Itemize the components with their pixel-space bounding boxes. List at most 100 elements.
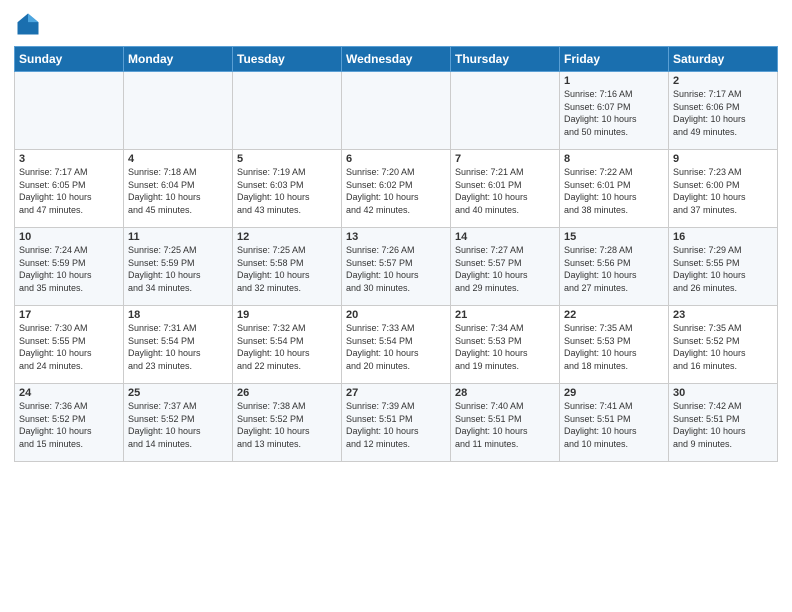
calendar-cell: 13Sunrise: 7:26 AM Sunset: 5:57 PM Dayli… bbox=[342, 228, 451, 306]
calendar-cell: 25Sunrise: 7:37 AM Sunset: 5:52 PM Dayli… bbox=[124, 384, 233, 462]
calendar-cell: 28Sunrise: 7:40 AM Sunset: 5:51 PM Dayli… bbox=[451, 384, 560, 462]
header bbox=[14, 10, 778, 38]
day-info: Sunrise: 7:42 AM Sunset: 5:51 PM Dayligh… bbox=[673, 400, 773, 450]
logo bbox=[14, 10, 46, 38]
calendar-cell: 29Sunrise: 7:41 AM Sunset: 5:51 PM Dayli… bbox=[560, 384, 669, 462]
day-info: Sunrise: 7:22 AM Sunset: 6:01 PM Dayligh… bbox=[564, 166, 664, 216]
calendar-cell: 30Sunrise: 7:42 AM Sunset: 5:51 PM Dayli… bbox=[669, 384, 778, 462]
day-info: Sunrise: 7:38 AM Sunset: 5:52 PM Dayligh… bbox=[237, 400, 337, 450]
day-number: 11 bbox=[128, 231, 228, 243]
calendar-cell: 23Sunrise: 7:35 AM Sunset: 5:52 PM Dayli… bbox=[669, 306, 778, 384]
calendar-cell bbox=[124, 72, 233, 150]
day-info: Sunrise: 7:20 AM Sunset: 6:02 PM Dayligh… bbox=[346, 166, 446, 216]
day-number: 14 bbox=[455, 231, 555, 243]
day-info: Sunrise: 7:24 AM Sunset: 5:59 PM Dayligh… bbox=[19, 244, 119, 294]
calendar-cell: 22Sunrise: 7:35 AM Sunset: 5:53 PM Dayli… bbox=[560, 306, 669, 384]
day-info: Sunrise: 7:17 AM Sunset: 6:06 PM Dayligh… bbox=[673, 88, 773, 138]
calendar-cell: 11Sunrise: 7:25 AM Sunset: 5:59 PM Dayli… bbox=[124, 228, 233, 306]
day-number: 6 bbox=[346, 153, 446, 165]
calendar-table: SundayMondayTuesdayWednesdayThursdayFrid… bbox=[14, 46, 778, 462]
day-info: Sunrise: 7:37 AM Sunset: 5:52 PM Dayligh… bbox=[128, 400, 228, 450]
weekday-header: Wednesday bbox=[342, 47, 451, 72]
calendar-cell: 18Sunrise: 7:31 AM Sunset: 5:54 PM Dayli… bbox=[124, 306, 233, 384]
day-number: 1 bbox=[564, 75, 664, 87]
day-number: 20 bbox=[346, 309, 446, 321]
day-number: 12 bbox=[237, 231, 337, 243]
day-number: 16 bbox=[673, 231, 773, 243]
day-info: Sunrise: 7:18 AM Sunset: 6:04 PM Dayligh… bbox=[128, 166, 228, 216]
day-number: 21 bbox=[455, 309, 555, 321]
day-info: Sunrise: 7:28 AM Sunset: 5:56 PM Dayligh… bbox=[564, 244, 664, 294]
calendar-cell bbox=[451, 72, 560, 150]
logo-icon bbox=[14, 10, 42, 38]
day-number: 10 bbox=[19, 231, 119, 243]
calendar-cell: 1Sunrise: 7:16 AM Sunset: 6:07 PM Daylig… bbox=[560, 72, 669, 150]
day-number: 15 bbox=[564, 231, 664, 243]
calendar-cell: 2Sunrise: 7:17 AM Sunset: 6:06 PM Daylig… bbox=[669, 72, 778, 150]
calendar-cell: 9Sunrise: 7:23 AM Sunset: 6:00 PM Daylig… bbox=[669, 150, 778, 228]
day-number: 5 bbox=[237, 153, 337, 165]
calendar-cell: 24Sunrise: 7:36 AM Sunset: 5:52 PM Dayli… bbox=[15, 384, 124, 462]
day-info: Sunrise: 7:23 AM Sunset: 6:00 PM Dayligh… bbox=[673, 166, 773, 216]
day-number: 24 bbox=[19, 387, 119, 399]
day-number: 22 bbox=[564, 309, 664, 321]
day-info: Sunrise: 7:36 AM Sunset: 5:52 PM Dayligh… bbox=[19, 400, 119, 450]
day-number: 19 bbox=[237, 309, 337, 321]
calendar-cell: 20Sunrise: 7:33 AM Sunset: 5:54 PM Dayli… bbox=[342, 306, 451, 384]
day-number: 7 bbox=[455, 153, 555, 165]
day-info: Sunrise: 7:32 AM Sunset: 5:54 PM Dayligh… bbox=[237, 322, 337, 372]
calendar-cell: 3Sunrise: 7:17 AM Sunset: 6:05 PM Daylig… bbox=[15, 150, 124, 228]
weekday-header: Monday bbox=[124, 47, 233, 72]
day-info: Sunrise: 7:33 AM Sunset: 5:54 PM Dayligh… bbox=[346, 322, 446, 372]
day-number: 26 bbox=[237, 387, 337, 399]
day-info: Sunrise: 7:25 AM Sunset: 5:59 PM Dayligh… bbox=[128, 244, 228, 294]
calendar-cell: 27Sunrise: 7:39 AM Sunset: 5:51 PM Dayli… bbox=[342, 384, 451, 462]
day-number: 27 bbox=[346, 387, 446, 399]
day-number: 23 bbox=[673, 309, 773, 321]
day-info: Sunrise: 7:21 AM Sunset: 6:01 PM Dayligh… bbox=[455, 166, 555, 216]
calendar-cell bbox=[15, 72, 124, 150]
calendar-cell: 26Sunrise: 7:38 AM Sunset: 5:52 PM Dayli… bbox=[233, 384, 342, 462]
day-info: Sunrise: 7:16 AM Sunset: 6:07 PM Dayligh… bbox=[564, 88, 664, 138]
day-info: Sunrise: 7:19 AM Sunset: 6:03 PM Dayligh… bbox=[237, 166, 337, 216]
calendar-cell: 10Sunrise: 7:24 AM Sunset: 5:59 PM Dayli… bbox=[15, 228, 124, 306]
day-info: Sunrise: 7:27 AM Sunset: 5:57 PM Dayligh… bbox=[455, 244, 555, 294]
day-info: Sunrise: 7:17 AM Sunset: 6:05 PM Dayligh… bbox=[19, 166, 119, 216]
day-number: 9 bbox=[673, 153, 773, 165]
calendar-cell: 8Sunrise: 7:22 AM Sunset: 6:01 PM Daylig… bbox=[560, 150, 669, 228]
day-info: Sunrise: 7:31 AM Sunset: 5:54 PM Dayligh… bbox=[128, 322, 228, 372]
calendar-cell: 17Sunrise: 7:30 AM Sunset: 5:55 PM Dayli… bbox=[15, 306, 124, 384]
day-number: 29 bbox=[564, 387, 664, 399]
day-number: 2 bbox=[673, 75, 773, 87]
weekday-header: Friday bbox=[560, 47, 669, 72]
calendar-cell: 19Sunrise: 7:32 AM Sunset: 5:54 PM Dayli… bbox=[233, 306, 342, 384]
day-info: Sunrise: 7:39 AM Sunset: 5:51 PM Dayligh… bbox=[346, 400, 446, 450]
day-number: 3 bbox=[19, 153, 119, 165]
calendar-cell: 15Sunrise: 7:28 AM Sunset: 5:56 PM Dayli… bbox=[560, 228, 669, 306]
day-info: Sunrise: 7:41 AM Sunset: 5:51 PM Dayligh… bbox=[564, 400, 664, 450]
day-number: 17 bbox=[19, 309, 119, 321]
day-number: 28 bbox=[455, 387, 555, 399]
day-info: Sunrise: 7:35 AM Sunset: 5:52 PM Dayligh… bbox=[673, 322, 773, 372]
calendar-cell: 5Sunrise: 7:19 AM Sunset: 6:03 PM Daylig… bbox=[233, 150, 342, 228]
weekday-header: Tuesday bbox=[233, 47, 342, 72]
calendar-cell: 12Sunrise: 7:25 AM Sunset: 5:58 PM Dayli… bbox=[233, 228, 342, 306]
calendar-cell bbox=[342, 72, 451, 150]
calendar-cell: 6Sunrise: 7:20 AM Sunset: 6:02 PM Daylig… bbox=[342, 150, 451, 228]
day-number: 30 bbox=[673, 387, 773, 399]
day-info: Sunrise: 7:26 AM Sunset: 5:57 PM Dayligh… bbox=[346, 244, 446, 294]
day-info: Sunrise: 7:34 AM Sunset: 5:53 PM Dayligh… bbox=[455, 322, 555, 372]
day-info: Sunrise: 7:40 AM Sunset: 5:51 PM Dayligh… bbox=[455, 400, 555, 450]
day-number: 13 bbox=[346, 231, 446, 243]
day-number: 25 bbox=[128, 387, 228, 399]
day-info: Sunrise: 7:30 AM Sunset: 5:55 PM Dayligh… bbox=[19, 322, 119, 372]
page: SundayMondayTuesdayWednesdayThursdayFrid… bbox=[0, 0, 792, 612]
weekday-header: Thursday bbox=[451, 47, 560, 72]
day-number: 18 bbox=[128, 309, 228, 321]
weekday-header: Saturday bbox=[669, 47, 778, 72]
calendar-cell: 14Sunrise: 7:27 AM Sunset: 5:57 PM Dayli… bbox=[451, 228, 560, 306]
calendar-cell: 7Sunrise: 7:21 AM Sunset: 6:01 PM Daylig… bbox=[451, 150, 560, 228]
day-number: 8 bbox=[564, 153, 664, 165]
calendar-cell: 16Sunrise: 7:29 AM Sunset: 5:55 PM Dayli… bbox=[669, 228, 778, 306]
weekday-header: Sunday bbox=[15, 47, 124, 72]
